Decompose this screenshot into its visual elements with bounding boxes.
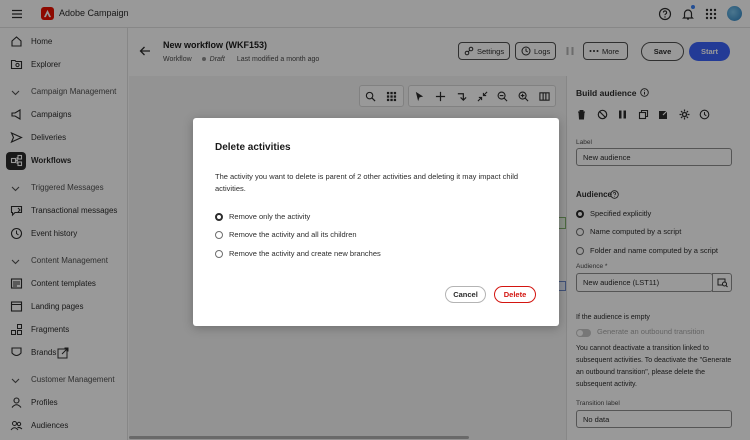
radio-button[interactable] xyxy=(215,230,223,239)
option-remove-children[interactable]: Remove the activity and all its children xyxy=(215,230,357,239)
option-remove-only[interactable]: Remove only the activity xyxy=(215,212,310,221)
radio-button[interactable] xyxy=(215,212,223,221)
delete-activities-dialog: Delete activities The activity you want … xyxy=(193,118,559,326)
dialog-title: Delete activities xyxy=(215,142,291,153)
option-new-branches[interactable]: Remove the activity and create new branc… xyxy=(215,249,381,258)
radio-button[interactable] xyxy=(215,249,223,258)
delete-button[interactable]: Delete xyxy=(494,286,536,303)
cancel-button[interactable]: Cancel xyxy=(445,286,486,303)
dialog-message: The activity you want to delete is paren… xyxy=(215,172,519,193)
